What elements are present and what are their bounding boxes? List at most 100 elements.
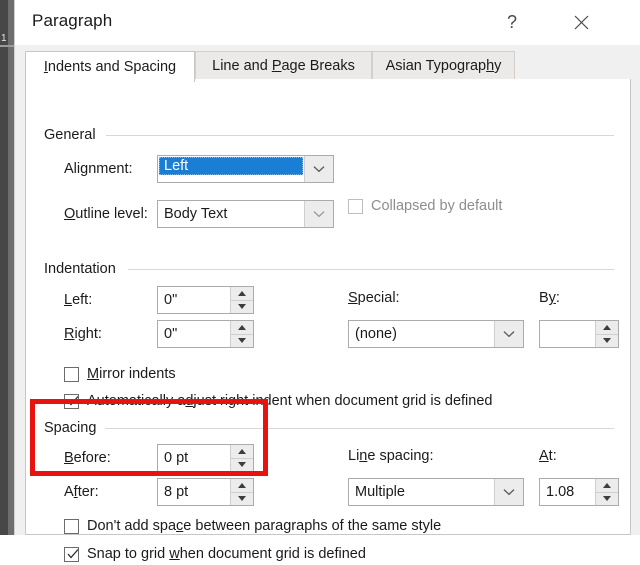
by-spinbox[interactable]	[539, 320, 619, 348]
group-rule-general	[106, 135, 614, 136]
by-spin-buttons	[595, 321, 618, 347]
collapsed-by-default-checkbox[interactable]	[348, 198, 363, 214]
indent-right-spinbox[interactable]: 0"	[157, 320, 254, 348]
line-spacing-dropdown-arrow-button[interactable]	[494, 479, 523, 505]
by-spin-down-button[interactable]	[596, 333, 618, 347]
collapsed-by-default-label: Collapsed by default	[371, 198, 503, 214]
at-spinbox[interactable]: 1.08	[539, 478, 619, 506]
by-label: By:	[539, 290, 560, 306]
group-label-indentation: Indentation	[44, 261, 123, 277]
dialog-client-area: Indents and Spacing Line and Page Breaks…	[15, 45, 640, 562]
triangle-down-icon	[238, 304, 246, 310]
snap-to-grid-checkbox-row[interactable]: Snap to grid when document grid is defin…	[64, 546, 366, 562]
background-page-number: 1	[1, 33, 7, 44]
outline-level-value: Body Text	[164, 206, 228, 222]
group-rule-indentation	[128, 269, 614, 270]
collapsed-by-default-checkbox-row[interactable]: Collapsed by default	[348, 198, 502, 214]
tab-line-and-page-breaks-label: Line and Page Breaks	[212, 58, 355, 74]
tab-line-and-page-breaks[interactable]: Line and Page Breaks	[195, 51, 372, 80]
special-combobox[interactable]: (none)	[348, 320, 524, 348]
special-dropdown-arrow-button[interactable]	[494, 321, 523, 347]
at-spin-down-button[interactable]	[596, 491, 618, 505]
outline-level-label: Outline level:	[64, 206, 148, 222]
tab-asian-typography[interactable]: Asian Typography	[372, 51, 515, 80]
background-document-strip: 1	[0, 0, 14, 535]
spacing-after-label: After:	[64, 484, 99, 500]
spacing-before-spinbox[interactable]: 0 pt	[157, 444, 254, 472]
checkmark-icon	[67, 394, 79, 405]
dialog-title: Paragraph	[32, 11, 113, 30]
indent-left-label: Left:	[64, 292, 93, 308]
alignment-label: Alignment:	[64, 161, 133, 177]
line-spacing-value: Multiple	[355, 484, 405, 500]
spacing-before-label: Before:	[64, 450, 111, 466]
by-spin-up-button[interactable]	[596, 321, 618, 334]
close-x-icon	[574, 15, 589, 30]
dont-add-space-label: Don't add space between paragraphs of th…	[87, 518, 442, 534]
spacing-after-spin-up-button[interactable]	[231, 479, 253, 492]
at-label: At:	[539, 448, 557, 464]
by-value	[540, 321, 595, 347]
auto-adjust-right-indent-checkbox[interactable]	[64, 393, 79, 409]
alignment-dropdown-arrow-button[interactable]	[304, 156, 333, 182]
dont-add-space-checkbox[interactable]	[64, 518, 79, 534]
special-label: Special:	[348, 290, 400, 306]
triangle-up-icon	[238, 482, 246, 488]
spacing-after-spinbox[interactable]: 8 pt	[157, 478, 254, 506]
triangle-down-icon	[603, 496, 611, 502]
chevron-down-icon	[503, 330, 515, 338]
outline-level-dropdown-arrow-button[interactable]	[304, 201, 333, 227]
snap-to-grid-checkbox[interactable]	[64, 546, 79, 562]
triangle-up-icon	[238, 324, 246, 330]
indent-right-spin-buttons	[230, 321, 253, 347]
alignment-combobox-value-area: Left	[158, 156, 304, 182]
mirror-indents-checkbox-row[interactable]: Mirror indents	[64, 366, 176, 382]
group-label-spacing: Spacing	[44, 420, 104, 436]
close-button[interactable]	[561, 5, 601, 39]
indent-right-value: 0"	[164, 326, 178, 342]
background-ruler-dark	[0, 0, 8, 535]
chevron-down-icon	[313, 165, 325, 173]
alignment-combobox[interactable]: Left	[157, 155, 334, 183]
triangle-down-icon	[238, 496, 246, 502]
indent-right-label: Right:	[64, 326, 102, 342]
line-spacing-label: Line spacing:	[348, 448, 434, 464]
help-button[interactable]: ?	[492, 5, 532, 39]
triangle-up-icon	[238, 290, 246, 296]
outline-level-combobox[interactable]: Body Text	[157, 200, 334, 228]
triangle-up-icon	[603, 324, 611, 330]
snap-to-grid-label: Snap to grid when document grid is defin…	[87, 546, 366, 562]
dialog-titlebar: Paragraph ?	[15, 0, 640, 45]
indent-left-spin-up-button[interactable]	[231, 287, 253, 300]
indent-left-spin-down-button[interactable]	[231, 299, 253, 313]
dont-add-space-checkbox-row[interactable]: Don't add space between paragraphs of th…	[64, 518, 441, 534]
question-mark-icon: ?	[506, 11, 517, 32]
spacing-before-spin-down-button[interactable]	[231, 457, 253, 471]
mirror-indents-checkbox[interactable]	[64, 366, 79, 382]
spacing-before-spin-up-button[interactable]	[231, 445, 253, 458]
paragraph-dialog: Paragraph ? Indents and Spacing Line and…	[14, 0, 640, 562]
triangle-up-icon	[238, 448, 246, 454]
group-label-general: General	[44, 127, 103, 143]
special-value: (none)	[355, 326, 397, 342]
tabstrip: Indents and Spacing Line and Page Breaks…	[25, 51, 631, 82]
chevron-down-icon	[313, 210, 325, 218]
indent-left-spinbox[interactable]: 0"	[157, 286, 254, 314]
mirror-indents-label: Mirror indents	[87, 366, 176, 382]
spacing-after-spin-down-button[interactable]	[231, 491, 253, 505]
line-spacing-combobox[interactable]: Multiple	[348, 478, 524, 506]
tab-indents-and-spacing[interactable]: Indents and Spacing	[25, 51, 195, 82]
background-page-seam	[0, 45, 14, 47]
triangle-down-icon	[238, 338, 246, 344]
indent-right-spin-up-button[interactable]	[231, 321, 253, 334]
spacing-after-spin-buttons	[230, 479, 253, 505]
indent-left-value: 0"	[164, 292, 178, 308]
auto-adjust-right-indent-checkbox-row[interactable]: Automatically adjust right indent when d…	[64, 393, 492, 409]
group-rule-spacing	[105, 428, 614, 429]
indent-left-spin-buttons	[230, 287, 253, 313]
indent-right-spin-down-button[interactable]	[231, 333, 253, 347]
at-spin-up-button[interactable]	[596, 479, 618, 492]
spacing-after-value: 8 pt	[164, 484, 189, 500]
triangle-down-icon	[238, 462, 246, 468]
auto-adjust-right-indent-label: Automatically adjust right indent when d…	[87, 393, 493, 409]
